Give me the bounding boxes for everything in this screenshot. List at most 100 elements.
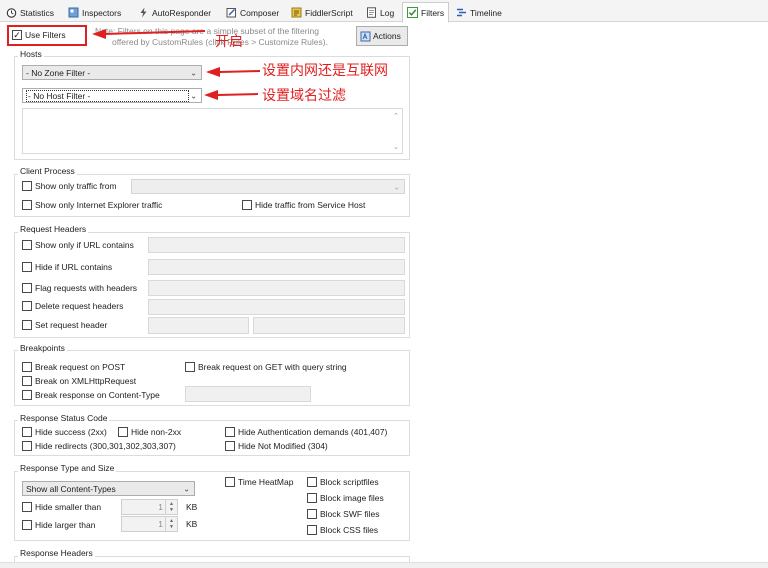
checkbox-icon: [307, 493, 317, 503]
response-headers-title: Response Headers: [18, 548, 95, 558]
hide-larger-checkbox[interactable]: Hide larger than: [22, 520, 95, 530]
show-only-from-label: Show only traffic from: [35, 181, 117, 191]
hide-service-host-checkbox[interactable]: Hide traffic from Service Host: [242, 200, 365, 210]
stepper-arrows-icon[interactable]: ▲ ▼: [165, 517, 177, 531]
block-image-label: Block image files: [320, 493, 384, 503]
time-heatmap-label: Time HeatMap: [238, 477, 294, 487]
content-type-input[interactable]: [185, 386, 311, 402]
checkbox-icon: [225, 477, 235, 487]
checkbox-icon: [307, 509, 317, 519]
break-get-query-label: Break request on GET with query string: [198, 362, 347, 372]
hide-not-modified-checkbox[interactable]: Hide Not Modified (304): [225, 441, 328, 451]
hide-smaller-checkbox[interactable]: Hide smaller than: [22, 502, 101, 512]
checkbox-icon: [22, 427, 32, 437]
bottom-edge: [0, 562, 768, 568]
set-header-value-input[interactable]: [253, 317, 405, 334]
status-code-title: Response Status Code: [18, 413, 110, 423]
hide-success-label: Hide success (2xx): [35, 427, 107, 437]
content-types-value: Show all Content-Types: [26, 483, 116, 494]
checkbox-icon: [22, 200, 32, 210]
checkbox-icon: [307, 477, 317, 487]
checkbox-icon: [22, 181, 32, 191]
break-content-type-label: Break response on Content-Type: [35, 390, 160, 400]
hide-auth-checkbox[interactable]: Hide Authentication demands (401,407): [225, 427, 387, 437]
hide-not-modified-label: Hide Not Modified (304): [238, 441, 328, 451]
break-get-query-checkbox[interactable]: Break request on GET with query string: [185, 362, 347, 372]
show-if-url-input[interactable]: [148, 237, 405, 253]
hide-redirects-checkbox[interactable]: Hide redirects (300,301,302,303,307): [22, 441, 176, 451]
checkbox-icon: [22, 362, 32, 372]
set-header-name-input[interactable]: [148, 317, 249, 334]
break-content-type-checkbox[interactable]: Break response on Content-Type: [22, 390, 160, 400]
checkbox-icon: [242, 200, 252, 210]
hide-non2xx-label: Hide non-2xx: [131, 427, 182, 437]
flag-headers-input[interactable]: [148, 280, 405, 296]
hide-if-url-input[interactable]: [148, 259, 405, 275]
hide-larger-label: Hide larger than: [35, 520, 96, 530]
set-header-label: Set request header: [35, 320, 108, 330]
checkbox-icon: [22, 376, 32, 386]
larger-than-value: 1: [158, 519, 163, 529]
checkbox-icon: [22, 320, 32, 330]
hide-smaller-label: Hide smaller than: [35, 502, 102, 512]
hide-non2xx-checkbox[interactable]: Hide non-2xx: [118, 427, 181, 437]
checkbox-icon: [22, 390, 32, 400]
checkbox-icon: [185, 362, 195, 372]
show-only-ie-checkbox[interactable]: Show only Internet Explorer traffic: [22, 200, 162, 210]
show-if-url-checkbox[interactable]: Show only if URL contains: [22, 240, 134, 250]
break-xhr-label: Break on XMLHttpRequest: [35, 376, 137, 386]
checkbox-icon: [307, 525, 317, 535]
checkbox-icon: [22, 502, 32, 512]
block-css-label: Block CSS files: [320, 525, 379, 535]
checkbox-icon: [22, 240, 32, 250]
annotation-zone: 设置内网还是互联网: [262, 63, 388, 79]
smaller-than-value: 1: [158, 502, 163, 512]
hide-service-host-label: Hide traffic from Service Host: [255, 200, 366, 210]
hide-if-url-checkbox[interactable]: Hide if URL contains: [22, 262, 112, 272]
checkbox-icon: [225, 441, 235, 451]
show-only-ie-label: Show only Internet Explorer traffic: [35, 200, 163, 210]
checkbox-icon: [225, 427, 235, 437]
larger-than-stepper[interactable]: 1 ▲ ▼: [121, 516, 178, 532]
checkbox-icon: [22, 301, 32, 311]
break-post-label: Break request on POST: [35, 362, 126, 372]
checkbox-icon: [118, 427, 128, 437]
delete-headers-label: Delete request headers: [35, 301, 124, 311]
hide-if-url-label: Hide if URL contains: [35, 262, 113, 272]
smaller-unit: KB: [186, 502, 198, 512]
annotation-host: 设置域名过滤: [262, 88, 346, 104]
checkbox-icon: [22, 520, 32, 530]
set-header-checkbox[interactable]: Set request header: [22, 320, 107, 330]
block-image-checkbox[interactable]: Block image files: [307, 493, 384, 503]
block-script-label: Block scriptfiles: [320, 477, 379, 487]
chevron-down-icon: ⌄: [183, 484, 190, 493]
show-if-url-label: Show only if URL contains: [35, 240, 134, 250]
show-only-from-checkbox[interactable]: Show only traffic from: [22, 181, 117, 191]
delete-headers-input[interactable]: [148, 299, 405, 315]
hide-success-checkbox[interactable]: Hide success (2xx): [22, 427, 107, 437]
chevron-down-icon: ⌄: [393, 182, 400, 191]
checkbox-icon: [22, 283, 32, 293]
block-swf-label: Block SWF files: [320, 509, 380, 519]
checkbox-icon: [22, 262, 32, 272]
block-css-checkbox[interactable]: Block CSS files: [307, 525, 378, 535]
breakpoints-title: Breakpoints: [18, 343, 67, 353]
block-script-checkbox[interactable]: Block scriptfiles: [307, 477, 379, 487]
type-size-title: Response Type and Size: [18, 463, 117, 473]
checkbox-icon: [22, 441, 32, 451]
break-xhr-checkbox[interactable]: Break on XMLHttpRequest: [22, 376, 136, 386]
break-post-checkbox[interactable]: Break request on POST: [22, 362, 125, 372]
content-types-select[interactable]: Show all Content-Types ⌄: [22, 481, 195, 496]
delete-headers-checkbox[interactable]: Delete request headers: [22, 301, 123, 311]
hide-auth-label: Hide Authentication demands (401,407): [238, 427, 388, 437]
hide-redirects-label: Hide redirects (300,301,302,303,307): [35, 441, 176, 451]
block-swf-checkbox[interactable]: Block SWF files: [307, 509, 380, 519]
stepper-arrows-icon[interactable]: ▲ ▼: [165, 500, 177, 514]
larger-unit: KB: [186, 519, 198, 529]
time-heatmap-checkbox[interactable]: Time HeatMap: [225, 477, 293, 487]
request-headers-title: Request Headers: [18, 224, 89, 234]
process-select[interactable]: ⌄: [131, 179, 405, 194]
client-process-title: Client Process: [18, 166, 77, 176]
smaller-than-stepper[interactable]: 1 ▲ ▼: [121, 499, 178, 515]
flag-headers-checkbox[interactable]: Flag requests with headers: [22, 283, 137, 293]
